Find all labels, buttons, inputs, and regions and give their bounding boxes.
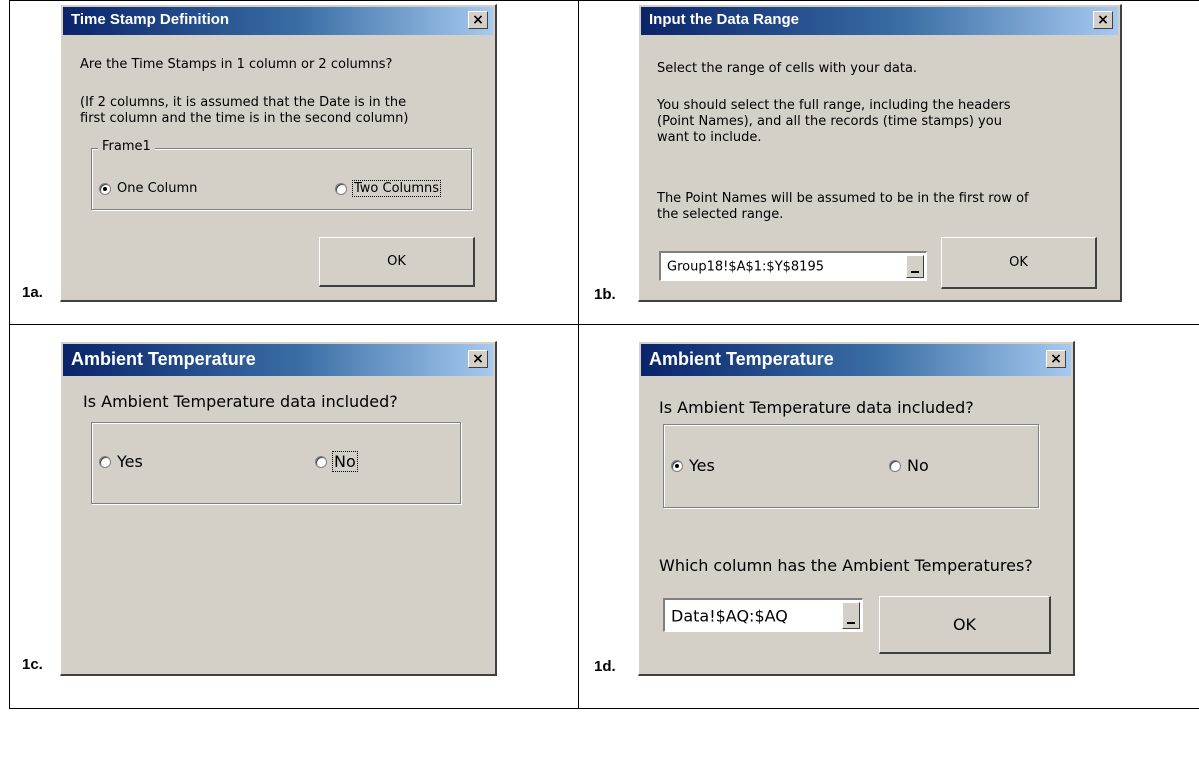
close-icon[interactable]: × — [1046, 350, 1066, 368]
collapse-dialog-icon[interactable] — [842, 602, 860, 629]
note-line-2: first column and the time is in the seco… — [80, 111, 409, 126]
close-icon[interactable]: × — [468, 350, 488, 368]
question-text: Is Ambient Temperature data included? — [83, 392, 398, 411]
ok-button[interactable]: OK — [319, 237, 475, 287]
dialog-title: Input the Data Range — [649, 11, 800, 28]
question-text: Are the Time Stamps in 1 column or 2 col… — [80, 57, 393, 72]
radio-unselected-icon — [315, 455, 327, 468]
radio-two-columns-label: Two Columns — [351, 180, 442, 197]
instruction-line-4: want to include. — [657, 130, 762, 145]
dialog-time-stamp-definition: Time Stamp Definition × Are the Time Sta… — [60, 4, 497, 302]
instruction-line-6: the selected range. — [657, 207, 784, 222]
dialog-ambient-temperature-1c: Ambient Temperature × Is Ambient Tempera… — [60, 341, 497, 676]
radio-two-columns[interactable]: Two Columns — [335, 180, 442, 197]
radio-no-label: No — [332, 451, 358, 472]
radio-one-column[interactable]: One Column — [99, 181, 197, 196]
table-border-left — [9, 0, 10, 709]
label-1d: 1d. — [594, 658, 616, 675]
instruction-line-5: The Point Names will be assumed to be in… — [657, 191, 1029, 206]
ok-button[interactable]: OK — [879, 596, 1051, 654]
note-line-1: (If 2 columns, it is assumed that the Da… — [80, 95, 407, 110]
dialog-title: Ambient Temperature — [71, 349, 256, 369]
dialog-title: Time Stamp Definition — [71, 11, 230, 28]
title-bar[interactable]: Input the Data Range × — [641, 7, 1118, 35]
range-input[interactable]: Group18!$A$1:$Y$8195 — [659, 251, 927, 281]
radio-yes-label: Yes — [689, 456, 715, 475]
instruction-line-3: (Point Names), and all the records (time… — [657, 114, 1002, 129]
label-1c: 1c. — [22, 656, 43, 673]
column-question-text: Which column has the Ambient Temperature… — [659, 556, 1033, 575]
option-group — [91, 422, 461, 504]
radio-selected-icon — [671, 459, 683, 472]
radio-unselected-icon — [889, 459, 901, 472]
radio-yes[interactable]: Yes — [671, 456, 715, 475]
dialog-title: Ambient Temperature — [649, 349, 834, 369]
frame1-label: Frame1 — [98, 139, 155, 154]
instruction-line-1: Select the range of cells with your data… — [657, 61, 918, 76]
table-border-center — [578, 0, 579, 709]
radio-selected-icon — [99, 182, 111, 195]
option-group — [663, 424, 1039, 508]
collapse-dialog-icon[interactable] — [906, 255, 924, 278]
ok-button[interactable]: OK — [941, 237, 1097, 289]
radio-one-column-label: One Column — [117, 181, 198, 196]
close-icon[interactable]: × — [468, 11, 488, 29]
radio-no[interactable]: No — [315, 451, 358, 472]
radio-unselected-icon — [335, 182, 347, 195]
radio-no-label: No — [907, 456, 929, 475]
column-range-value: Data!$AQ:$AQ — [671, 606, 788, 625]
table-border-top — [9, 0, 1199, 1]
radio-yes-label: Yes — [117, 452, 143, 471]
radio-no[interactable]: No — [889, 456, 929, 475]
title-bar[interactable]: Ambient Temperature × — [641, 344, 1071, 376]
title-bar[interactable]: Ambient Temperature × — [63, 344, 493, 376]
dialog-input-data-range: Input the Data Range × Select the range … — [638, 4, 1122, 302]
title-bar[interactable]: Time Stamp Definition × — [63, 7, 493, 35]
radio-unselected-icon — [99, 455, 111, 468]
range-input-value: Group18!$A$1:$Y$8195 — [667, 259, 824, 274]
table-border-middle — [9, 324, 1199, 325]
label-1b: 1b. — [594, 286, 616, 303]
close-icon[interactable]: × — [1093, 11, 1113, 29]
frame1-group — [91, 148, 472, 210]
instruction-line-2: You should select the full range, includ… — [657, 98, 1011, 113]
question-text: Is Ambient Temperature data included? — [659, 398, 974, 417]
column-range-input[interactable]: Data!$AQ:$AQ — [663, 598, 863, 632]
table-border-bottom — [9, 708, 1199, 709]
radio-yes[interactable]: Yes — [99, 452, 143, 471]
label-1a: 1a. — [22, 284, 43, 301]
dialog-ambient-temperature-1d: Ambient Temperature × Is Ambient Tempera… — [638, 341, 1075, 676]
